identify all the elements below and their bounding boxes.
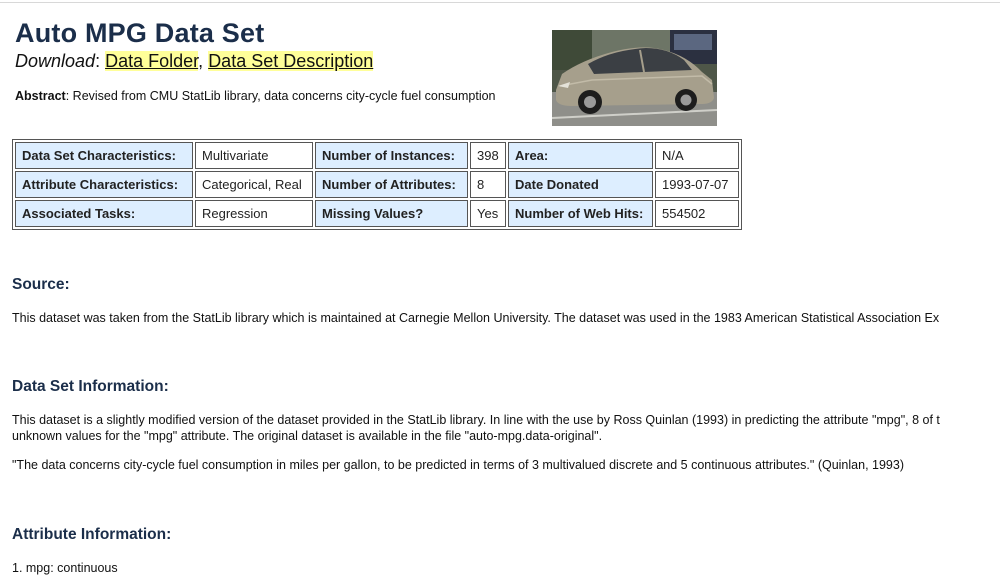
characteristic-value: Yes — [470, 200, 506, 227]
data-folder-link[interactable]: Data Folder — [105, 51, 199, 71]
attribute-item: 1. mpg: continuous — [12, 561, 118, 575]
characteristic-value: Regression — [195, 200, 313, 227]
car-photo — [552, 30, 717, 126]
characteristic-label: Attribute Characteristics: — [15, 171, 193, 198]
characteristic-value: Categorical, Real — [195, 171, 313, 198]
table-row: Data Set Characteristics: Multivariate N… — [15, 142, 739, 169]
table-row: Attribute Characteristics: Categorical, … — [15, 171, 739, 198]
dataset-description-link[interactable]: Data Set Description — [208, 51, 374, 71]
page-title: Auto MPG Data Set — [15, 18, 265, 48]
link-separator: , — [198, 51, 204, 71]
source-text: This dataset was taken from the StatLib … — [12, 311, 940, 325]
characteristic-label: Number of Web Hits: — [508, 200, 653, 227]
page: Auto MPG Data Set Download: Data Folder,… — [0, 0, 1000, 577]
download-label: Download — [15, 51, 96, 71]
characteristic-value: Multivariate — [195, 142, 313, 169]
characteristic-label: Number of Attributes: — [315, 171, 468, 198]
car-photo-image — [552, 30, 717, 126]
attribute-information-heading: Attribute Information: — [12, 526, 172, 543]
dataset-information-line-1: This dataset is a slightly modified vers… — [12, 413, 940, 427]
table-row: Associated Tasks: Regression Missing Val… — [15, 200, 739, 227]
characteristic-value: N/A — [655, 142, 739, 169]
characteristic-label: Associated Tasks: — [15, 200, 193, 227]
source-heading: Source: — [12, 276, 70, 293]
dataset-information-heading: Data Set Information: — [12, 378, 169, 395]
download-colon: : — [95, 51, 101, 71]
abstract-label: Abstract — [15, 89, 66, 103]
characteristic-label: Missing Values? — [315, 200, 468, 227]
abstract: Abstract: Revised from CMU StatLib libra… — [15, 89, 496, 103]
characteristic-label: Number of Instances: — [315, 142, 468, 169]
characteristic-label: Date Donated — [508, 171, 653, 198]
abstract-text: : Revised from CMU StatLib library, data… — [65, 89, 496, 103]
characteristic-value: 398 — [470, 142, 506, 169]
dataset-information-quote: "The data concerns city-cycle fuel consu… — [12, 458, 904, 472]
characteristics-table: Data Set Characteristics: Multivariate N… — [12, 139, 742, 230]
characteristic-label: Area: — [508, 142, 653, 169]
characteristic-value: 1993-07-07 — [655, 171, 739, 198]
characteristic-value: 554502 — [655, 200, 739, 227]
top-divider — [0, 2, 1000, 3]
dataset-information-line-2: unknown values for the "mpg" attribute. … — [12, 429, 603, 443]
characteristic-label: Data Set Characteristics: — [15, 142, 193, 169]
characteristic-value: 8 — [470, 171, 506, 198]
download-line: Download: Data Folder, Data Set Descript… — [15, 51, 374, 72]
